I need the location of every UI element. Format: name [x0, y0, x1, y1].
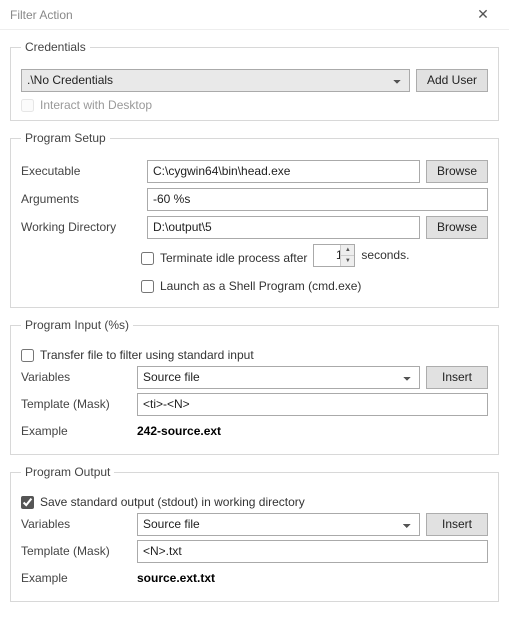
terminate-seconds-spinner[interactable]: ▲ ▼	[313, 244, 355, 267]
input-template-input[interactable]	[137, 393, 488, 416]
interact-desktop-input	[21, 99, 34, 112]
executable-input[interactable]	[147, 160, 420, 183]
credentials-legend: Credentials	[21, 40, 90, 54]
output-example-label: Example	[21, 571, 131, 585]
program-output-legend: Program Output	[21, 465, 114, 479]
program-input-group: Program Input (%s) Transfer file to filt…	[10, 318, 499, 455]
program-setup-group: Program Setup Executable Browse Argument…	[10, 131, 499, 308]
arguments-label: Arguments	[21, 192, 141, 206]
terminate-idle-checkbox[interactable]: Terminate idle process after	[141, 251, 307, 265]
program-setup-legend: Program Setup	[21, 131, 110, 145]
save-stdout-checkbox[interactable]: Save standard output (stdout) in working…	[21, 495, 488, 509]
input-variables-label: Variables	[21, 370, 131, 384]
launch-shell-label: Launch as a Shell Program (cmd.exe)	[160, 279, 361, 293]
transfer-file-input[interactable]	[21, 349, 34, 362]
launch-shell-checkbox[interactable]: Launch as a Shell Program (cmd.exe)	[141, 279, 361, 293]
interact-desktop-label: Interact with Desktop	[40, 98, 152, 112]
spinner-up-icon[interactable]: ▲	[340, 245, 354, 256]
spinner-down-icon[interactable]: ▼	[340, 256, 354, 266]
transfer-file-checkbox[interactable]: Transfer file to filter using standard i…	[21, 348, 488, 362]
input-insert-button[interactable]: Insert	[426, 366, 488, 389]
credentials-group: Credentials .\No Credentials Add User In…	[10, 40, 499, 121]
interact-desktop-checkbox[interactable]: Interact with Desktop	[21, 98, 488, 112]
save-stdout-label: Save standard output (stdout) in working…	[40, 495, 305, 509]
input-variables-select[interactable]: Source file	[137, 366, 420, 389]
close-icon: ✕	[477, 6, 489, 23]
arguments-input[interactable]	[147, 188, 488, 211]
output-template-label: Template (Mask)	[21, 544, 131, 558]
program-input-legend: Program Input (%s)	[21, 318, 133, 332]
transfer-file-label: Transfer file to filter using standard i…	[40, 348, 254, 362]
terminate-idle-label-post: seconds.	[361, 248, 409, 262]
workdir-browse-button[interactable]: Browse	[426, 216, 488, 239]
close-button[interactable]: ✕	[463, 1, 503, 29]
add-user-button[interactable]: Add User	[416, 69, 488, 92]
input-example-label: Example	[21, 424, 131, 438]
output-example-value: source.ext.txt	[137, 571, 215, 585]
window-title: Filter Action	[10, 8, 463, 22]
credentials-select[interactable]: .\No Credentials	[21, 69, 410, 92]
terminate-idle-input[interactable]	[141, 252, 154, 265]
executable-label: Executable	[21, 164, 141, 178]
launch-shell-input[interactable]	[141, 280, 154, 293]
save-stdout-input[interactable]	[21, 496, 34, 509]
output-insert-button[interactable]: Insert	[426, 513, 488, 536]
input-template-label: Template (Mask)	[21, 397, 131, 411]
executable-browse-button[interactable]: Browse	[426, 160, 488, 183]
workdir-label: Working Directory	[21, 220, 141, 234]
program-output-group: Program Output Save standard output (std…	[10, 465, 499, 602]
output-template-input[interactable]	[137, 540, 488, 563]
terminate-idle-label-pre: Terminate idle process after	[160, 251, 307, 265]
output-variables-select[interactable]: Source file	[137, 513, 420, 536]
workdir-input[interactable]	[147, 216, 420, 239]
output-variables-label: Variables	[21, 517, 131, 531]
title-bar: Filter Action ✕	[0, 0, 509, 30]
input-example-value: 242-source.ext	[137, 424, 221, 438]
